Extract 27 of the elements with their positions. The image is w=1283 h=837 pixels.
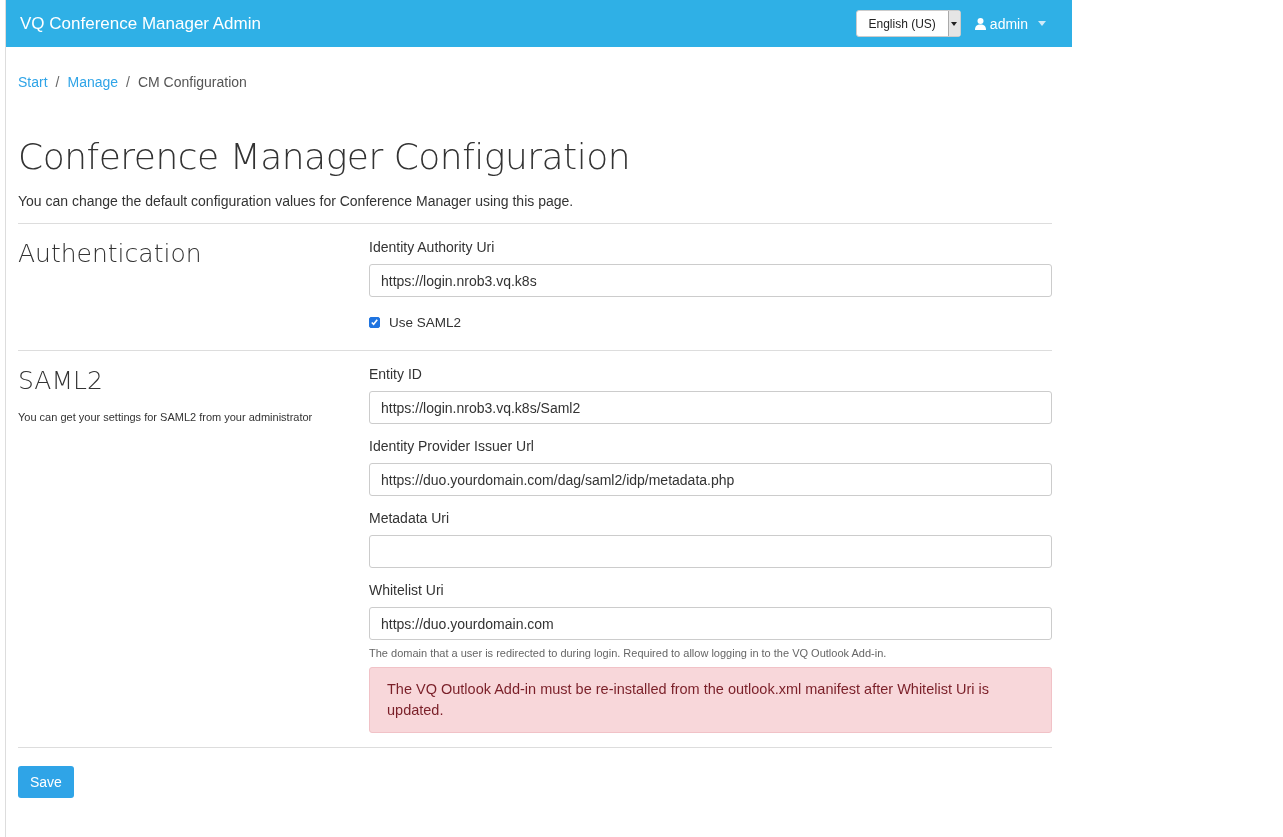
user-icon xyxy=(974,17,986,30)
breadcrumb-separator: / xyxy=(126,74,130,90)
breadcrumb-current: CM Configuration xyxy=(137,74,247,90)
field-label: Entity ID xyxy=(369,366,423,382)
page-intro: You can change the default configuration values for Conference Manager using this page. xyxy=(18,193,575,209)
text-field[interactable] xyxy=(369,535,1052,568)
section-description: You can get your settings for SAML2 from your administrator xyxy=(18,411,314,423)
section-title: SAML2 xyxy=(18,366,104,395)
section-title: Authentication xyxy=(18,239,203,268)
field-label: Whitelist Uri xyxy=(369,582,445,598)
caret-icon xyxy=(951,21,958,26)
checkbox-label: Use SAML2 xyxy=(389,315,462,330)
text-field[interactable]: https://duo.yourdomain.com xyxy=(369,607,1052,640)
checkbox[interactable] xyxy=(369,317,380,328)
help-text: The domain that a user is redirected to during login. Required to allow logging in to the VQ Outlook Add-in. xyxy=(369,647,888,659)
page-title: Conference Manager Configuration xyxy=(18,136,632,177)
breadcrumb-separator: / xyxy=(55,74,60,90)
field-label: Identity Authority Uri xyxy=(369,239,496,255)
app-brand: VQ Conference Manager Admin xyxy=(20,13,262,34)
field-label: Identity Provider Issuer Url xyxy=(369,438,535,454)
text-field[interactable]: https://duo.yourdomain.com/dag/saml2/idp/metadata.php xyxy=(369,463,1052,496)
text-field[interactable]: https://login.nrob3.vq.k8s xyxy=(369,264,1052,297)
field-label: Metadata Uri xyxy=(369,510,451,526)
text-field[interactable]: https://login.nrob3.vq.k8s/Saml2 xyxy=(369,391,1052,424)
language-select[interactable]: English (US) xyxy=(855,10,961,37)
warning-alert: The VQ Outlook Add-in must be re-installed from the outlook.xml manifest after Whitelist Uri is updated. xyxy=(369,667,1052,733)
caret-icon xyxy=(1038,21,1046,26)
